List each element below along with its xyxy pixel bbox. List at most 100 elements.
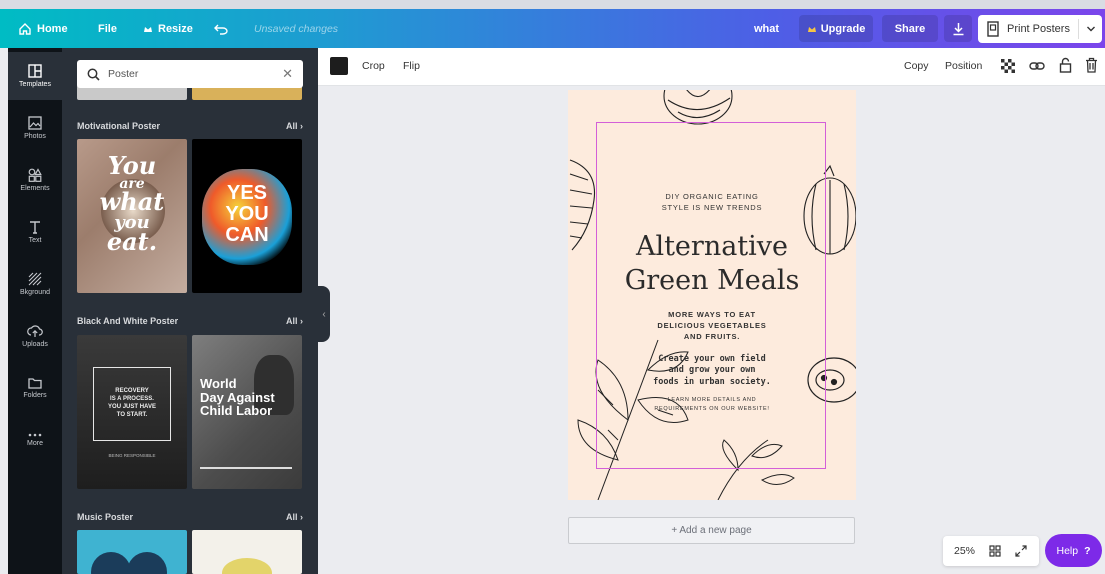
see-all-link[interactable]: All › [286, 121, 303, 131]
rail-item-folders[interactable]: Folders [8, 364, 62, 412]
see-all-label: All [285, 121, 298, 131]
poster-page[interactable]: DIY ORGANIC EATING STYLE IS NEW TRENDS A… [568, 90, 856, 500]
template-thumbnail-world-day-against-child-labor[interactable]: World Day Against Child Labor [192, 335, 302, 489]
rail-item-photos[interactable]: Photos [8, 104, 62, 152]
thumbnail-text: RECOVERY IS A PROCESS. YOU JUST HAVE TO … [108, 388, 156, 419]
section-header: Music Poster All › [77, 512, 303, 522]
upgrade-button[interactable]: Upgrade [799, 15, 873, 42]
poster-body[interactable]: Create your own field and grow your own … [568, 354, 856, 388]
clear-search-icon[interactable]: ✕ [282, 66, 293, 82]
fullscreen-icon[interactable] [1015, 545, 1027, 557]
collapse-panel-button[interactable]: ‹ [318, 286, 330, 342]
file-menu[interactable]: File [98, 9, 117, 48]
thumbnail-text: YES YOU CAN [225, 182, 269, 246]
position-button[interactable]: Position [945, 60, 982, 72]
download-button[interactable] [944, 15, 972, 42]
link-icon[interactable] [1029, 59, 1045, 73]
help-label: Help [1056, 544, 1079, 557]
left-rail: Templates Photos Elements Text Bkground … [8, 48, 62, 574]
rail-item-more[interactable]: More [8, 416, 62, 464]
template-thumbnail-music-1[interactable] [77, 530, 187, 574]
rail-label: More [27, 440, 43, 447]
template-thumbnail-recovery[interactable]: RECOVERY IS A PROCESS. YOU JUST HAVE TO … [77, 335, 187, 489]
print-poster-icon [987, 21, 999, 37]
thumbnail-text: You are what you eat. [99, 151, 165, 256]
home-icon [19, 22, 31, 35]
thumbnail-text: World Day Against Child Labor [200, 376, 275, 419]
home-button[interactable]: Home [18, 9, 68, 48]
uploads-icon [27, 325, 43, 337]
transparency-icon[interactable] [1001, 59, 1015, 73]
add-new-page-button[interactable]: + Add a new page [568, 517, 855, 544]
zoom-level[interactable]: 25% [954, 545, 975, 557]
search-value: Poster [108, 68, 139, 80]
shape [91, 552, 131, 574]
see-all-link[interactable]: All › [286, 316, 303, 326]
share-label: Share [894, 22, 926, 35]
see-all-link[interactable]: All › [286, 512, 303, 522]
crop-button[interactable]: Crop [362, 60, 385, 72]
crown-icon [144, 26, 152, 32]
download-icon [953, 22, 963, 35]
crown-icon [807, 26, 816, 32]
rail-item-text[interactable]: Text [8, 208, 62, 256]
rail-item-elements[interactable]: Elements [8, 156, 62, 204]
zoom-controls: 25% [943, 536, 1039, 566]
unsaved-status: Unsaved changes [254, 9, 338, 48]
text-icon [30, 221, 40, 234]
template-thumbnail-you-are-what-you-eat[interactable]: You are what you eat. [77, 139, 187, 293]
undo-icon [214, 24, 228, 35]
see-all-label: All [285, 316, 298, 326]
document-title[interactable]: what [754, 9, 779, 48]
rail-item-uploads[interactable]: Uploads [8, 312, 62, 360]
rail-item-templates[interactable]: Templates [8, 52, 62, 100]
folders-icon [28, 378, 42, 389]
rail-item-background[interactable]: Bkground [8, 260, 62, 308]
lock-icon[interactable] [1059, 57, 1072, 73]
print-posters-button[interactable]: Print Posters [978, 15, 1102, 43]
rail-label: Templates [19, 81, 51, 88]
canva-editor: Home File Resize Unsaved changes what Up… [0, 0, 1105, 574]
color-swatch[interactable] [330, 57, 348, 75]
template-thumbnail-yes-you-can[interactable]: YES YOU CAN [192, 139, 302, 293]
section-title: Black And White Poster [77, 316, 179, 326]
resize-label: Resize [158, 22, 193, 35]
more-icon [28, 433, 42, 437]
photos-icon [28, 116, 42, 130]
resize-button[interactable]: Resize [143, 9, 193, 48]
editor-toolbar: Crop Flip Copy Position [318, 48, 1105, 86]
help-button[interactable]: Help ? [1045, 534, 1102, 567]
flip-button[interactable]: Flip [403, 60, 420, 72]
top-bar: Home File Resize Unsaved changes what Up… [0, 0, 1105, 48]
button-divider [1078, 19, 1079, 39]
template-thumbnail-music-2[interactable] [192, 530, 302, 574]
copy-button[interactable]: Copy [904, 60, 929, 72]
share-button[interactable]: Share [882, 15, 938, 42]
section-header: Black And White Poster All › [77, 316, 303, 326]
document-title-label: what [754, 22, 780, 35]
chevron-down-icon[interactable] [1086, 25, 1096, 33]
trash-icon[interactable] [1085, 57, 1098, 73]
background-icon [28, 272, 42, 286]
rail-label: Folders [23, 392, 47, 399]
rail-label: Photos [24, 133, 46, 140]
poster-kicker[interactable]: DIY ORGANIC EATING STYLE IS NEW TRENDS [568, 192, 856, 214]
shape [127, 552, 167, 574]
undo-button[interactable] [214, 9, 233, 48]
thumbnail-footer: BEING RESPONSIBLE [108, 453, 156, 458]
section-title: Motivational Poster [77, 121, 161, 131]
shape [222, 558, 272, 574]
see-all-label: All [285, 512, 298, 522]
help-question-icon: ? [1084, 544, 1091, 557]
templates-panel: Poster ✕ Motivational Poster All › You a… [62, 48, 318, 574]
rail-label: Elements [20, 185, 50, 192]
elements-icon [28, 168, 42, 182]
templates-icon [28, 64, 42, 78]
search-input[interactable]: Poster ✕ [77, 60, 303, 88]
grid-view-icon[interactable] [989, 545, 1001, 557]
onion-illustration [663, 90, 733, 125]
poster-cta[interactable]: LEARN MORE DETAILS AND REQUIREMENTS ON O… [568, 396, 856, 414]
unsaved-label: Unsaved changes [254, 22, 339, 35]
poster-subheading[interactable]: MORE WAYS TO EAT DELICIOUS VEGETABLES AN… [568, 310, 856, 343]
poster-title[interactable]: Alternative Green Meals [568, 230, 856, 298]
